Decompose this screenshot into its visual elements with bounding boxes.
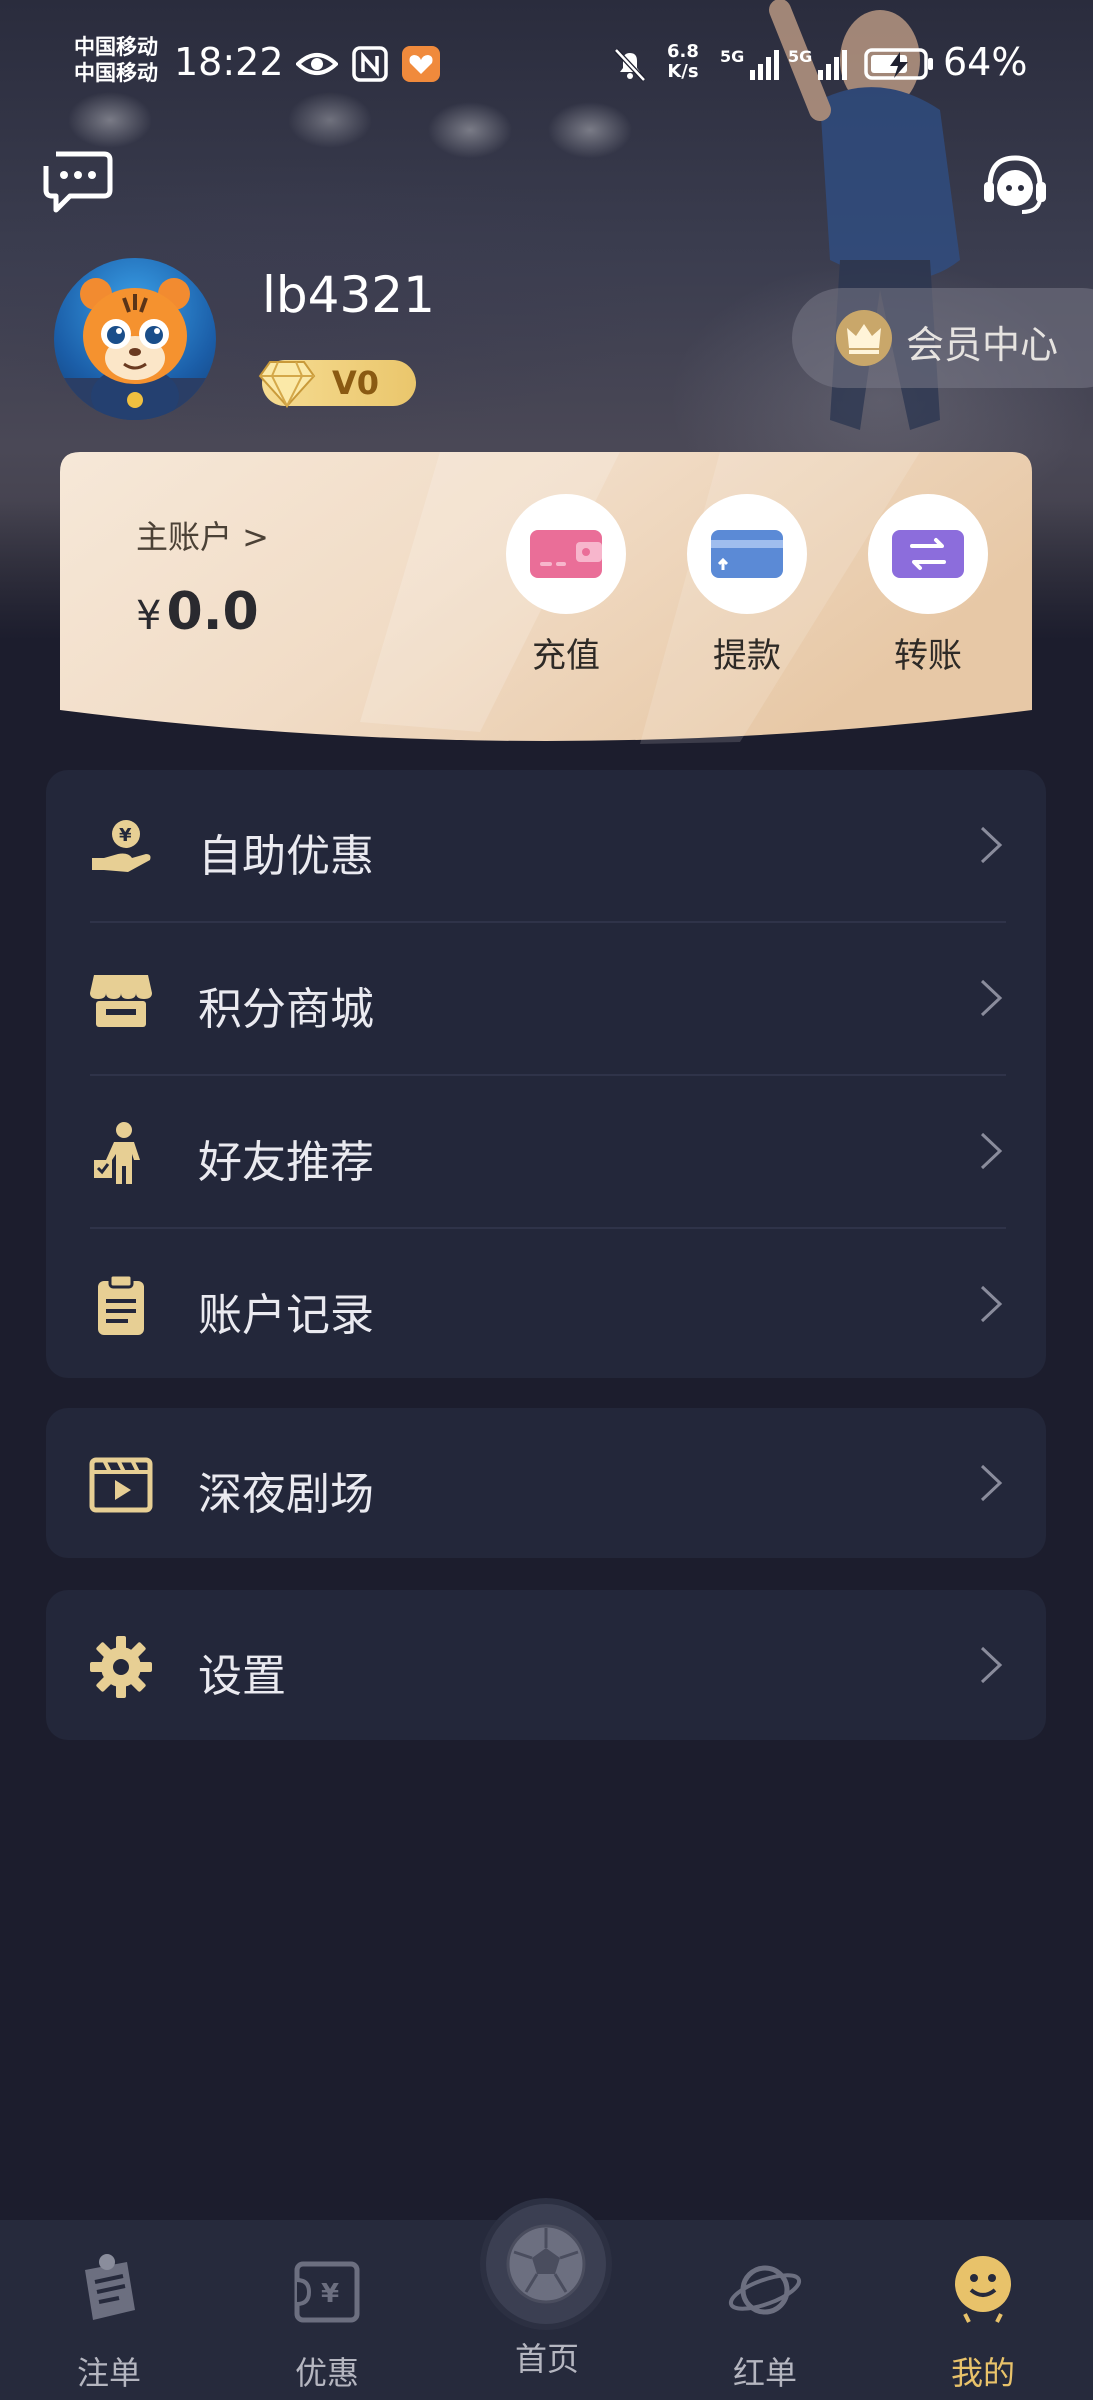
nav-home[interactable]: 首页 <box>472 2334 622 2380</box>
menu-item-self-promo[interactable]: ¥ 自助优惠 <box>46 770 1046 923</box>
menu-item-settings[interactable]: 设置 <box>46 1590 1046 1743</box>
carrier-label: 中国移动 中国移动 <box>74 35 158 85</box>
vip-level-label: V0 <box>332 364 380 402</box>
withdraw-button[interactable]: 提款 <box>682 494 812 677</box>
signal-label-2: 5G <box>788 47 812 66</box>
clock: 18:22 <box>174 40 284 84</box>
crown-icon-bg <box>836 310 892 366</box>
menu-label: 设置 <box>198 1651 286 1702</box>
menu-item-account-records[interactable]: 账户记录 <box>46 1229 1046 1382</box>
gear-icon <box>90 1636 152 1698</box>
chevron-right-icon <box>980 1285 1003 1323</box>
store-icon <box>90 975 152 1027</box>
signal-label: 5G <box>720 47 744 66</box>
svg-text:¥: ¥ <box>321 2279 339 2309</box>
clipboard-icon <box>98 1273 144 1335</box>
menu-item-late-night-theater[interactable]: 深夜剧场 <box>46 1408 1046 1561</box>
tiger-avatar-icon <box>54 278 216 420</box>
smiley-icon <box>955 2256 1011 2323</box>
football-icon <box>506 2224 586 2304</box>
menu-item-refer-friend[interactable]: 好友推荐 <box>46 1076 1046 1229</box>
home-button[interactable] <box>486 2204 606 2324</box>
app-notification-icon <box>402 46 440 82</box>
video-icon <box>89 1457 153 1513</box>
crown-icon <box>847 324 881 354</box>
menu-label: 积分商城 <box>198 984 374 1035</box>
menu-group-theater: 深夜剧场 <box>46 1408 1046 1558</box>
message-icon[interactable] <box>42 150 114 216</box>
refer-friend-icon <box>94 1122 140 1184</box>
deposit-button[interactable]: 充值 <box>501 494 631 677</box>
chevron-right-icon <box>980 1132 1003 1170</box>
nav-promotions[interactable]: ¥ 优惠 <box>252 2250 402 2394</box>
hand-coin-icon: ¥ <box>92 820 151 872</box>
vip-level-badge[interactable]: V0 <box>258 360 416 409</box>
member-center-button[interactable]: 会员中心 <box>792 288 1093 388</box>
nav-mine[interactable]: 我的 <box>908 2250 1058 2394</box>
signal-icon-2: 5G <box>788 47 847 80</box>
username: lb4321 <box>262 266 435 324</box>
svg-text:¥: ¥ <box>119 825 132 846</box>
diamond-icon <box>258 361 316 409</box>
avatar[interactable] <box>54 258 216 420</box>
nfc-icon <box>352 46 388 82</box>
menu-group-settings: 设置 <box>46 1590 1046 1740</box>
card-withdraw-icon <box>711 530 783 578</box>
signal-icon: 5G <box>720 47 779 80</box>
transfer-label: 转账 <box>894 636 962 676</box>
nav-label: 红单 <box>732 2354 797 2392</box>
bet-slip-icon <box>85 2254 135 2320</box>
mute-bell-icon <box>614 48 646 82</box>
nav-label: 注单 <box>76 2354 141 2392</box>
menu-label: 好友推荐 <box>198 1137 374 1188</box>
chevron-right-icon <box>980 1646 1003 1684</box>
menu-label: 账户记录 <box>198 1290 374 1341</box>
status-bar: 中国移动 中国移动 18:22 6.8 K/s 5G 5G 64% <box>0 0 1093 130</box>
chevron-right-icon <box>980 979 1003 1017</box>
member-center-label: 会员中心 <box>906 323 1059 367</box>
battery-icon <box>864 48 933 80</box>
transfer-button[interactable]: 转账 <box>863 494 993 677</box>
network-speed: 6.8 K/s <box>667 41 699 82</box>
nav-red-list[interactable]: 红单 <box>690 2250 840 2394</box>
voucher-icon: ¥ <box>294 2261 360 2323</box>
customer-service-icon[interactable] <box>982 150 1048 220</box>
chevron-right-icon <box>980 1464 1003 1502</box>
nav-bets[interactable]: 注单 <box>34 2250 184 2394</box>
balance-amount: 0.0 <box>166 582 259 642</box>
planet-icon <box>728 2265 802 2315</box>
battery-percentage: 64% <box>943 40 1028 84</box>
eye-icon <box>296 53 338 75</box>
deposit-label: 充值 <box>532 636 600 676</box>
main-account-link[interactable]: 主账户 > <box>136 512 269 558</box>
chevron-right-icon <box>980 826 1003 864</box>
wallet-card: 主账户 > ¥ 0.0 充值 提款 转账 <box>60 452 1032 752</box>
menu-item-points-mall[interactable]: 积分商城 <box>46 923 1046 1076</box>
menu-label: 深夜剧场 <box>198 1469 374 1520</box>
currency-symbol: ¥ <box>136 593 162 639</box>
withdraw-label: 提款 <box>713 636 781 676</box>
menu-group-main: ¥ 自助优惠 积分商城 好友推荐 账户记录 <box>46 770 1046 1378</box>
nav-label: 优惠 <box>294 2354 359 2392</box>
menu-label: 自助优惠 <box>198 831 374 882</box>
nav-label: 首页 <box>514 2340 579 2378</box>
wallet-icon <box>530 530 602 578</box>
balance-display: ¥ 0.0 <box>136 582 259 642</box>
nav-label: 我的 <box>950 2354 1015 2392</box>
transfer-icon <box>892 530 964 578</box>
